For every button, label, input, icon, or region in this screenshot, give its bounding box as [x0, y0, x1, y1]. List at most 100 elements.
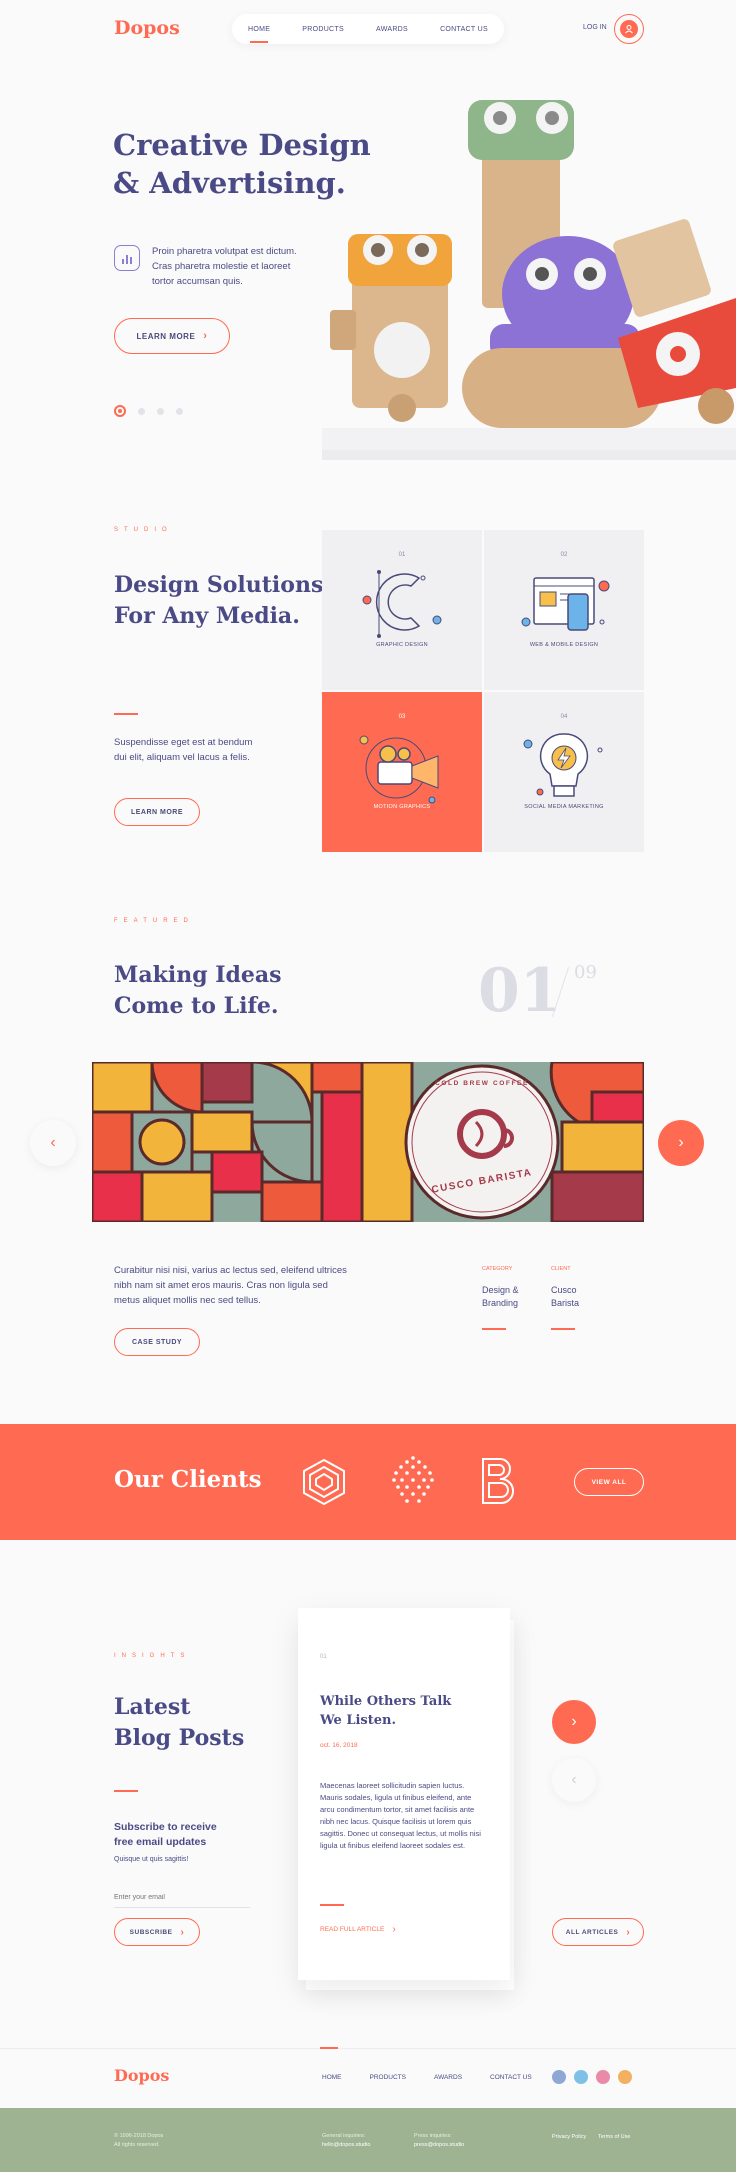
chevron-right-icon: ›: [571, 1713, 577, 1730]
facebook-icon[interactable]: [552, 2070, 566, 2084]
chevron-right-icon: ›: [392, 1924, 396, 1935]
view-all-clients-button[interactable]: VIEW ALL: [574, 1468, 644, 1496]
service-graphic-design[interactable]: 01 GRAPHIC DESIGN: [322, 530, 482, 690]
blog-card[interactable]: 01 While Others Talk We Listen. oct. 16,…: [298, 1608, 510, 1980]
chevron-left-icon: ‹: [50, 1134, 56, 1151]
terms-link[interactable]: Terms of Use: [598, 2134, 630, 2140]
studio-learn-more-button[interactable]: LEARN MORE: [114, 798, 200, 826]
subscribe-subtext: Quisque ut quis sagittis!: [114, 1856, 189, 1863]
service-number: 04: [560, 714, 568, 720]
featured-title-line2: Come to Life.: [114, 993, 279, 1019]
footer-nav-home[interactable]: HOME: [322, 2074, 342, 2081]
case-study-button[interactable]: CASE STUDY: [114, 1328, 200, 1356]
studio-eyebrow: STUDIO: [114, 527, 173, 533]
camera-icon: [359, 735, 439, 804]
pagination-dot[interactable]: [157, 407, 164, 415]
chevron-left-icon: ‹: [571, 1771, 577, 1788]
services-grid: 01 GRAPHIC DESIGN 02 WEB & MOBILE DESIGN…: [322, 530, 644, 852]
blog-prev-button[interactable]: ‹: [552, 1758, 596, 1802]
hero-learn-more-button[interactable]: LEARN MORE ›: [114, 318, 230, 354]
chevron-right-icon: ›: [180, 1926, 185, 1938]
pagination-dot[interactable]: [138, 407, 145, 415]
insights-title-line1: Latest: [114, 1694, 191, 1720]
service-number: 02: [560, 552, 568, 558]
lightbulb-icon: [523, 733, 603, 797]
subscribe-button[interactable]: SUBSCRIBE ›: [114, 1918, 200, 1946]
hero-pagination: [114, 405, 183, 417]
footer-nav-awards[interactable]: AWARDS: [434, 2074, 462, 2081]
footer-nav-contact[interactable]: CONTACT US: [490, 2074, 532, 2081]
rss-icon[interactable]: [618, 2070, 632, 2084]
slide-counter-total: 09: [574, 962, 597, 983]
hero-description: Proin pharetra volutpat est dictum. Cras…: [152, 246, 297, 287]
read-more-label: READ FULL ARTICLE: [320, 1926, 385, 1933]
service-social-media[interactable]: 04 SOCIAL MEDIA MARKETING: [484, 692, 644, 852]
user-icon: [620, 20, 638, 38]
nav-home[interactable]: HOME: [248, 26, 270, 33]
letter-c-icon: [362, 570, 442, 638]
devices-icon: [521, 577, 610, 631]
subscribe-heading-line2: free email updates: [114, 1836, 207, 1848]
featured-project-image: [92, 1062, 644, 1222]
login-link[interactable]: LOG IN: [583, 24, 607, 31]
post-title: While Others Talk We Listen.: [320, 1692, 451, 1730]
clients-title: Our Clients: [114, 1466, 262, 1493]
badge-arc-text: COLD BREW COFFEE: [435, 1080, 529, 1087]
post-title-line2: We Listen.: [320, 1713, 396, 1728]
footer-nav-products[interactable]: PRODUCTS: [370, 2074, 406, 2081]
category-divider: [482, 1328, 506, 1330]
main-nav: HOME PRODUCTS AWARDS CONTACT US: [232, 14, 504, 44]
read-more-link[interactable]: READ FULL ARTICLE ›: [320, 1924, 396, 1935]
chevron-right-icon: ›: [678, 1134, 684, 1151]
client-logo-letter-b[interactable]: [480, 1456, 516, 1506]
general-label: General inquiries:: [322, 2133, 366, 2139]
hero-toys-illustration: [322, 100, 736, 460]
featured-title-line1: Making Ideas: [114, 962, 282, 988]
chevron-right-icon: ›: [203, 330, 208, 342]
logo[interactable]: Dopos: [114, 17, 180, 39]
service-number: 03: [398, 714, 406, 720]
service-label: GRAPHIC DESIGN: [376, 642, 428, 648]
privacy-link[interactable]: Privacy Policy: [552, 2134, 586, 2140]
pagination-dot[interactable]: [176, 407, 183, 415]
featured-eyebrow: FEATURED: [114, 918, 194, 924]
pagination-dot-active[interactable]: [114, 405, 126, 417]
chevron-right-icon: ›: [626, 1926, 631, 1938]
service-web-mobile[interactable]: 02 WEB & MOBILE DESIGN: [484, 530, 644, 690]
category-value-line2: Branding: [482, 1298, 519, 1308]
user-button[interactable]: [614, 14, 644, 44]
nav-contact[interactable]: CONTACT US: [440, 26, 488, 33]
client-value-line2: Barista: [551, 1298, 580, 1308]
studio-description: Suspendisse eget est at bendum dui elit,…: [114, 737, 253, 763]
client-logo-dots[interactable]: [386, 1454, 440, 1508]
featured-description: Curabitur nisi nisi, varius ac lectus se…: [114, 1265, 347, 1306]
footer-copyright: © 1996-2018 Dopos All rights reserved.: [114, 2132, 163, 2150]
blog-next-button[interactable]: ›: [552, 1700, 596, 1744]
all-articles-button[interactable]: ALL ARTICLES ›: [552, 1918, 644, 1946]
nav-products[interactable]: PRODUCTS: [302, 26, 344, 33]
client-divider: [551, 1328, 575, 1330]
press-inquiries: Press inquiries: press@dopos.studio: [414, 2132, 464, 2150]
email-input[interactable]: [114, 1888, 250, 1908]
slider-prev-button[interactable]: ‹: [30, 1120, 76, 1166]
studio-divider: [114, 713, 138, 715]
studio-title-line2: For Any Media.: [114, 603, 300, 629]
post-body: Maecenas laoreet sollicitudin sapien luc…: [320, 1781, 481, 1850]
press-email-link[interactable]: press@dopos.studio: [414, 2141, 464, 2150]
nav-awards[interactable]: AWARDS: [376, 26, 408, 33]
general-email-link[interactable]: hello@dopos.studio: [322, 2141, 370, 2150]
instagram-icon[interactable]: [596, 2070, 610, 2084]
copyright-line1: © 1996-2018 Dopos: [114, 2133, 164, 2139]
client-label: CLIENT: [551, 1266, 571, 1272]
slider-next-button[interactable]: ›: [658, 1120, 704, 1166]
insights-divider: [114, 1790, 138, 1792]
client-logo-hexagon[interactable]: [300, 1458, 348, 1506]
footer-logo[interactable]: Dopos: [114, 2066, 169, 2085]
post-divider: [320, 1904, 344, 1906]
copyright-line2: All rights reserved.: [114, 2142, 160, 2148]
service-motion-graphics[interactable]: 03 MOTION GRAPHICS: [322, 692, 482, 852]
twitter-icon[interactable]: [574, 2070, 588, 2084]
general-inquiries: General inquiries: hello@dopos.studio: [322, 2132, 370, 2150]
studio-title-line1: Design Solutions: [114, 572, 324, 598]
post-number: 01: [320, 1654, 327, 1660]
